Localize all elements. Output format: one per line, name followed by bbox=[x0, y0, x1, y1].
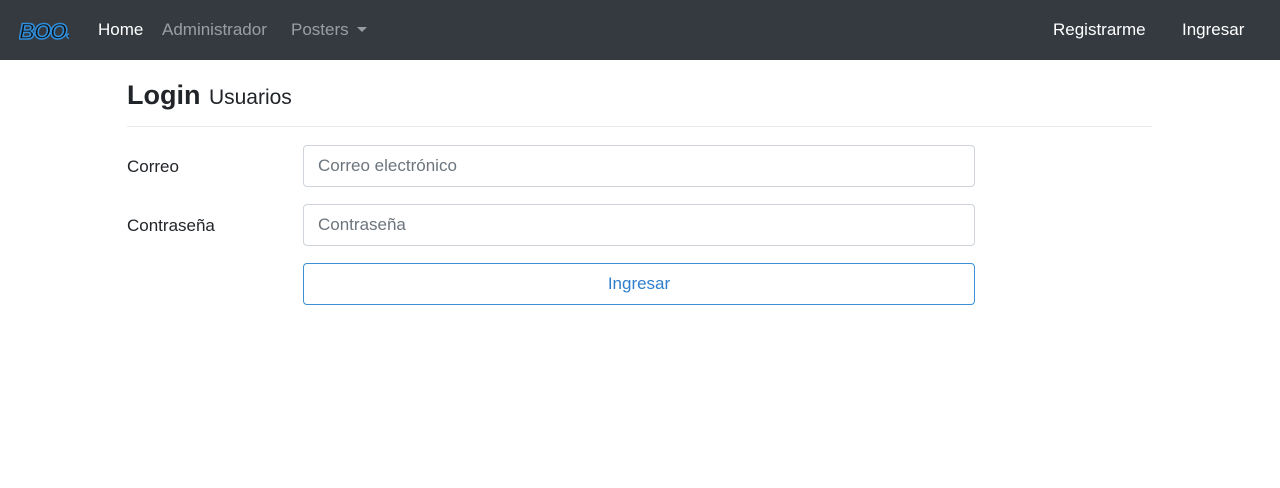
email-field[interactable] bbox=[303, 145, 975, 187]
page-subtitle: Usuarios bbox=[208, 86, 292, 109]
password-label: Contraseña bbox=[127, 216, 215, 235]
caret-down-icon bbox=[356, 27, 367, 32]
nav-posters-dropdown[interactable]: Posters bbox=[291, 19, 367, 41]
heading-divider bbox=[127, 126, 1152, 127]
password-field[interactable] bbox=[303, 204, 975, 246]
login-submit-button[interactable]: Ingresar bbox=[303, 263, 975, 305]
brand-logo[interactable]: BOOJ bbox=[18, 18, 81, 45]
svg-text:BOOJ: BOOJ bbox=[19, 19, 69, 43]
nav-register-link[interactable]: Registrarme bbox=[1053, 19, 1146, 41]
nav-admin-link[interactable]: Administrador bbox=[162, 19, 267, 41]
navbar: BOOJ Home Administrador Posters Registra… bbox=[0, 0, 1280, 60]
page-title: Login bbox=[127, 80, 201, 110]
nav-posters-label: Posters bbox=[291, 20, 349, 39]
nav-login-link[interactable]: Ingresar bbox=[1182, 19, 1244, 41]
booj-logo-icon: BOOJ bbox=[18, 18, 81, 45]
page-heading: Login Usuarios bbox=[127, 78, 292, 115]
email-label: Correo bbox=[127, 157, 179, 176]
nav-home-link[interactable]: Home bbox=[98, 19, 143, 41]
